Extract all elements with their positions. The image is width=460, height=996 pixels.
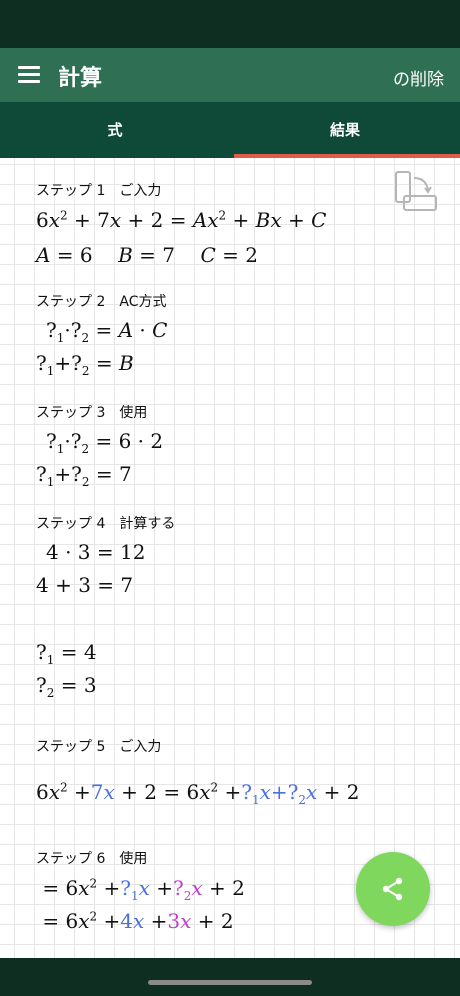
math-line: 6x2 +7x + 2 = 6x2 +?1x+?2x + 2 xyxy=(36,780,360,807)
step-title: ステップ 4 計算する xyxy=(36,516,176,532)
navigation-bar xyxy=(0,958,460,996)
math-line: 4 + 3 = 7 xyxy=(36,573,134,597)
menu-icon[interactable] xyxy=(18,66,40,84)
tab-bar: 式 結果 xyxy=(0,102,460,158)
math-line: ?1·?2 = 6 · 2 xyxy=(46,429,164,456)
math-line: ?1+?2 = 7 xyxy=(36,462,132,489)
math-line: 4 · 3 = 12 xyxy=(46,540,146,564)
app-bar: 計算 の削除 xyxy=(0,48,460,102)
tab-result[interactable]: 結果 xyxy=(230,102,460,158)
share-button[interactable] xyxy=(356,852,430,926)
page-title: 計算 xyxy=(58,66,103,91)
step-title: ステップ 5 ご入力 xyxy=(36,739,162,755)
math-line: A = 6 B = 7 C = 2 xyxy=(36,243,258,267)
rotate-screen-icon[interactable] xyxy=(392,170,438,212)
math-line: = 6x2 +?1x +?2x + 2 xyxy=(36,876,245,903)
step-title: ステップ 1 ご入力 xyxy=(36,183,162,199)
status-bar xyxy=(0,0,460,48)
delete-button[interactable]: の削除 xyxy=(393,65,444,90)
step-title: ステップ 6 使用 xyxy=(36,851,148,867)
math-line: 6x2 + 7x + 2 = Ax2 + Bx + C xyxy=(36,208,327,232)
math-line: ?2 = 3 xyxy=(36,673,97,700)
step-title: ステップ 3 使用 xyxy=(36,405,148,421)
math-line: = 6x2 +4x +3x + 2 xyxy=(36,909,234,933)
result-content[interactable]: ステップ 1 ご入力 6x2 + 7x + 2 = Ax2 + Bx + C A… xyxy=(0,158,460,958)
step-title: ステップ 2 AC方式 xyxy=(36,294,167,310)
math-line: ?1 = 4 xyxy=(36,640,97,667)
math-line: ?1+?2 = B xyxy=(36,351,134,378)
tab-formula[interactable]: 式 xyxy=(0,102,230,158)
home-handle[interactable] xyxy=(148,980,312,985)
share-icon xyxy=(382,877,403,901)
math-line: ?1·?2 = A · C xyxy=(46,318,168,345)
